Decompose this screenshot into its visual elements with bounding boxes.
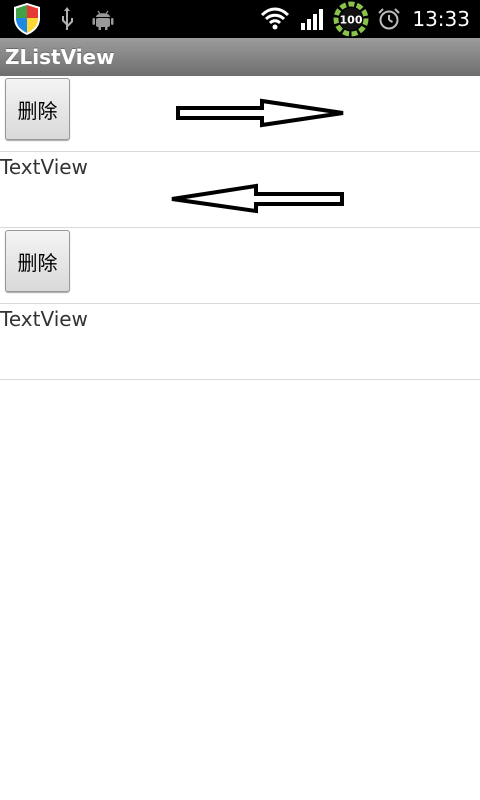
delete-button[interactable]: 删除 [5,230,70,292]
alarm-icon [376,0,402,38]
status-time: 13:33 [412,7,470,31]
title-bar: ZListView [0,38,480,76]
android-debug-icon [91,0,115,38]
list-item[interactable]: 删除 [0,76,480,152]
battery-level-text: 100 [340,14,363,27]
app-screen: 100 13:33 ZListView 删除 TextView 删除 TextV… [0,0,480,800]
list-item[interactable]: 删除 [0,228,480,304]
shield-icon [10,0,44,38]
delete-button[interactable]: 删除 [5,78,70,140]
list-view[interactable]: 删除 TextView 删除 TextView [0,76,480,380]
list-item[interactable]: TextView [0,304,480,380]
battery-icon: 100 [332,0,370,38]
signal-icon [299,0,327,38]
usb-icon [56,0,78,38]
text-view: TextView [0,155,88,179]
wifi-icon [259,0,291,38]
left-arrow-icon [171,183,344,214]
text-view: TextView [0,307,88,331]
app-title: ZListView [5,45,115,69]
right-arrow-icon [176,98,344,128]
status-bar: 100 13:33 [0,0,480,38]
